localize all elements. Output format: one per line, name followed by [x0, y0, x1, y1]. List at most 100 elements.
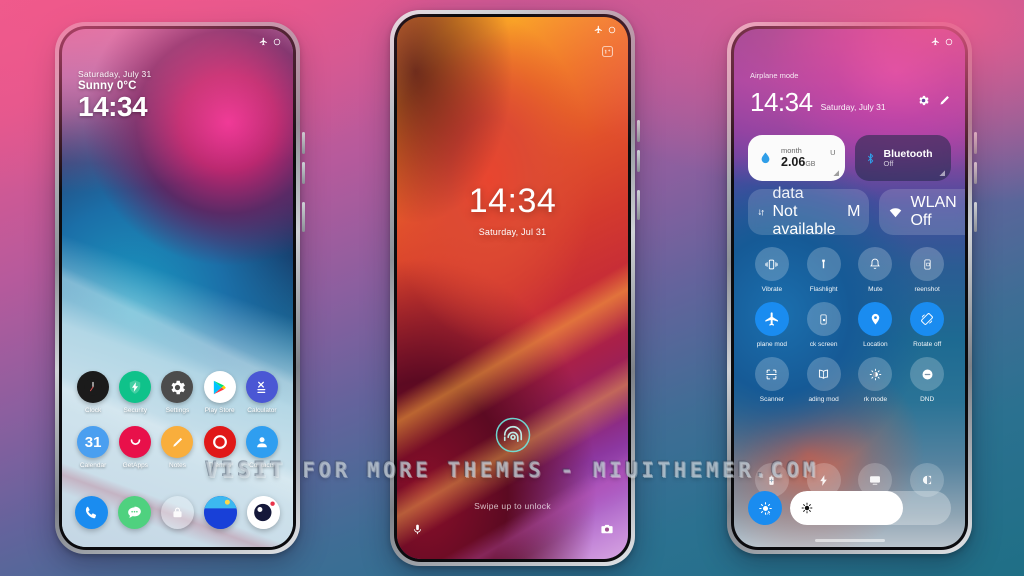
app-security[interactable]: Security	[114, 371, 156, 414]
volume-down-button[interactable]	[637, 150, 640, 172]
home-indicator[interactable]	[814, 539, 885, 542]
toggle-location[interactable]: Location	[850, 302, 902, 348]
expand-corner-icon[interactable]	[938, 169, 945, 176]
wlan-status: Off	[910, 212, 932, 229]
volume-up-button[interactable]	[974, 132, 977, 154]
toggle-label: Vibrate	[761, 286, 783, 293]
volume-up-button[interactable]	[302, 132, 305, 154]
qs-date: Saturday, July 31	[820, 102, 886, 112]
toggle-label: ck screen	[809, 341, 838, 348]
lock-screen: 14:34 Saturday, Jul 31 Swipe up to unloc…	[397, 17, 628, 559]
app-label: Calendar	[79, 462, 107, 469]
battery-circle-icon	[608, 26, 616, 33]
water-drop-icon	[761, 151, 770, 163]
browser-globe-icon[interactable]	[204, 496, 237, 529]
app-getapps[interactable]: GetApps	[114, 426, 156, 469]
app-play-store[interactable]: Play Store	[199, 371, 241, 414]
airplane-icon	[594, 25, 602, 34]
unlock-hint: Swipe up to unlock	[474, 501, 551, 511]
airplane-mode-label: Airplane mode	[750, 71, 799, 80]
getapps-smile-icon	[119, 426, 152, 458]
lock-time: 14:34	[468, 182, 557, 220]
app-grid: Clock Security Settings Play Store Calcu…	[62, 371, 293, 469]
home-time: 14:34	[78, 91, 148, 122]
volume-up-button[interactable]	[637, 120, 640, 142]
home-clock-widget: Saturaday, July 31 Sunny 0°C 14:34	[78, 69, 151, 122]
power-button[interactable]	[302, 202, 305, 232]
toggle-airplane-mode[interactable]: plane mod	[746, 302, 798, 348]
dock	[70, 496, 285, 529]
dark-mode-sun-icon	[858, 357, 893, 391]
gear-icon[interactable]	[917, 94, 930, 115]
bluetooth-tile[interactable]: Bluetooth Off	[854, 135, 951, 181]
airplane-icon	[754, 302, 789, 336]
location-pin-icon	[858, 302, 893, 336]
app-contacts[interactable]: Contacts	[241, 426, 283, 469]
fingerprint-icon[interactable]	[495, 417, 531, 453]
lock-wallpaper	[397, 17, 628, 559]
expand-corner-icon[interactable]	[964, 209, 965, 216]
data-usage-tile[interactable]: month 2.06GB U	[748, 135, 845, 181]
brightness-slider[interactable]	[790, 491, 951, 525]
qs-toggle-grid: Vibrate Flashlight Mute reenshot plane m…	[746, 247, 953, 403]
app-notes[interactable]: Notes	[156, 426, 198, 469]
quick-settings-screen: Airplane mode 14:34 Saturday, July 31 mo…	[734, 29, 965, 547]
app-calendar[interactable]: 31 Calendar	[72, 426, 114, 469]
app-clock[interactable]: Clock	[72, 371, 114, 414]
brightness-sun-icon	[801, 502, 813, 514]
app-label: Calculator	[247, 407, 277, 414]
bell-icon	[858, 247, 893, 281]
app-calculator[interactable]: Calculator	[241, 371, 283, 414]
data-usage-title: month	[781, 145, 802, 155]
pencil-icon[interactable]	[938, 94, 951, 115]
mobile-data-tile[interactable]: data Not available M	[748, 185, 870, 238]
flashlight-icon	[806, 247, 841, 281]
toggle-reading-mode[interactable]: ading mod	[798, 357, 850, 403]
bluetooth-text: Bluetooth Off	[884, 148, 933, 169]
power-button[interactable]	[637, 190, 640, 220]
camera-lens-icon[interactable]	[247, 496, 280, 529]
quick-settings-panel: Airplane mode 14:34 Saturday, July 31 mo…	[734, 29, 965, 547]
lock-bag-icon[interactable]	[161, 496, 194, 529]
gear-icon	[161, 371, 194, 403]
airplane-icon	[259, 37, 267, 46]
expand-corner-icon[interactable]	[832, 169, 839, 176]
toggle-label: Location	[863, 341, 888, 348]
svg-text:A: A	[766, 511, 770, 517]
toggle-dark-mode[interactable]: rk mode	[850, 357, 902, 403]
phone-handset-icon[interactable]	[75, 496, 108, 529]
camera-icon[interactable]	[600, 522, 614, 541]
toggle-mute[interactable]: Mute	[850, 247, 902, 293]
battery-circle-icon	[273, 38, 281, 45]
toggle-vibrate[interactable]: Vibrate	[746, 247, 798, 293]
toggle-scanner[interactable]: Scanner	[746, 357, 798, 403]
wlan-tile[interactable]: WLAN Off	[879, 189, 965, 235]
phone-device-right: Airplane mode 14:34 Saturday, July 31 mo…	[727, 22, 977, 554]
toggle-label: Rotate off	[913, 341, 942, 348]
volume-down-button[interactable]	[302, 162, 305, 184]
toggle-screenshot[interactable]: reenshot	[901, 247, 953, 293]
status-bar-center	[594, 25, 616, 34]
qs-header: 14:34 Saturday, July 31	[750, 89, 951, 115]
phone-bezel-right: Airplane mode 14:34 Saturday, July 31 mo…	[731, 26, 968, 550]
bluetooth-icon	[867, 152, 873, 164]
app-settings[interactable]: Settings	[156, 371, 198, 414]
message-bubble-icon[interactable]	[118, 496, 151, 529]
phone-device-left: Saturaday, July 31 Sunny 0°C 14:34 Clock	[55, 22, 305, 554]
oneplus-logo-icon	[601, 45, 614, 63]
home-date: Saturaday, July 31	[78, 69, 152, 79]
rotate-icon	[910, 302, 945, 336]
toggle-lock-screen[interactable]: ck screen	[798, 302, 850, 348]
toggle-dnd[interactable]: DND	[901, 357, 953, 403]
app-themes[interactable]: Themes	[199, 426, 241, 469]
calendar-31-icon: 31	[77, 426, 110, 458]
themes-ring-icon	[203, 426, 236, 458]
toggle-flashlight[interactable]: Flashlight	[798, 247, 850, 293]
microphone-icon[interactable]	[411, 523, 424, 541]
toggle-rotate[interactable]: Rotate off	[901, 302, 953, 348]
toggle-label: plane mod	[756, 341, 788, 348]
volume-down-button[interactable]	[974, 162, 977, 184]
bluetooth-status: Off	[883, 158, 894, 168]
power-button[interactable]	[974, 202, 977, 232]
auto-brightness-icon[interactable]: A	[748, 491, 782, 525]
